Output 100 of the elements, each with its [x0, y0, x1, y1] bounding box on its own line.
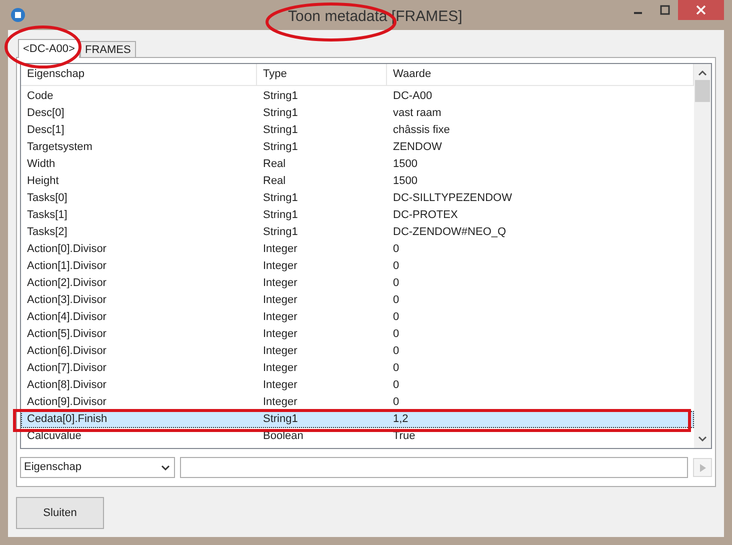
table-cell-text: 0 [392, 310, 400, 325]
table-cell-text: Boolean [262, 429, 304, 444]
table-cell-text: Action[7].Divisor [26, 361, 108, 376]
close-button[interactable] [678, 0, 724, 20]
table-cell-text: Integer [262, 310, 298, 325]
table-cell-text: Code [26, 89, 54, 104]
table-cell-text: Integer [262, 344, 298, 359]
table-cell-text: Integer [262, 361, 298, 376]
table-cell-text: DC-A00 [392, 89, 434, 104]
scrollbar-thumb[interactable] [695, 80, 710, 102]
table-row[interactable]: Targetsystem String1 ZENDOW [21, 139, 694, 156]
scroll-up-icon [698, 70, 707, 76]
table-cell-text: Integer [262, 327, 298, 342]
table-cell-text: Action[9].Divisor [26, 395, 108, 410]
table-cell-text: Action[6].Divisor [26, 344, 108, 359]
close-dialog-button[interactable]: Sluiten [16, 497, 104, 529]
column-header[interactable]: Type [257, 64, 387, 85]
table-cell-text: String1 [262, 140, 299, 155]
table-cell-text: Integer [262, 395, 298, 410]
table-cell-text: DC-SILLTYPEZENDOW [392, 191, 513, 206]
table-row[interactable]: Action[1].Divisor Integer 0 [21, 258, 694, 275]
table-row[interactable]: Action[0].Divisor Integer 0 [21, 241, 694, 258]
table-cell-text: Tasks[2] [26, 225, 68, 240]
table-cell-text: Real [262, 174, 287, 189]
tab[interactable]: FRAMES [80, 41, 136, 57]
table-row[interactable]: Desc[0] String1 vast raam [21, 105, 694, 122]
property-dropdown[interactable]: Eigenschap [20, 457, 175, 478]
table-cell-text: 0 [392, 378, 400, 393]
table-row[interactable]: Action[5].Divisor Integer 0 [21, 326, 694, 343]
table-cell-text: 0 [392, 242, 400, 257]
table-cell-text: Action[8].Divisor [26, 378, 108, 393]
table-cell-text: Height [26, 174, 60, 189]
table-cell-text: Integer [262, 293, 298, 308]
table-cell-text: Real [262, 157, 287, 172]
table-cell-text: Integer [262, 378, 298, 393]
table-cell-text: 0 [392, 293, 400, 308]
table-cell-text: String1 [262, 106, 299, 121]
table-cell-text: Desc[1] [26, 123, 66, 138]
table-row[interactable]: Desc[1] String1 châssis fixe [21, 122, 694, 139]
table-cell-text: Width [26, 157, 56, 172]
table-cell-text: 0 [392, 395, 400, 410]
table-cell-text: vast raam [392, 106, 442, 121]
scroll-down-icon [698, 436, 707, 442]
table-cell-text: 0 [392, 361, 400, 376]
app-icon [10, 7, 26, 23]
table-row[interactable]: Code String1 DC-A00 [21, 88, 694, 105]
table-row[interactable]: Action[2].Divisor Integer 0 [21, 275, 694, 292]
table-cell-text: Integer [262, 242, 298, 257]
table-cell-text: 0 [392, 344, 400, 359]
window-title: Toon metadata [FRAMES] [288, 7, 462, 27]
table-row[interactable]: Action[6].Divisor Integer 0 [21, 343, 694, 360]
table-cell-text: ZENDOW [392, 140, 443, 155]
column-header[interactable]: Eigenschap [21, 64, 257, 85]
table-cell-text: Action[0].Divisor [26, 242, 108, 257]
table-cell-text: 0 [392, 259, 400, 274]
table-cell-text: Integer [262, 259, 298, 274]
table-cell-text: String1 [262, 89, 299, 104]
table-cell-text: String1 [262, 208, 299, 223]
table-row[interactable]: Tasks[1] String1 DC-PROTEX [21, 207, 694, 224]
table-cell-text: DC-PROTEX [392, 208, 459, 223]
table-row[interactable]: Action[3].Divisor Integer 0 [21, 292, 694, 309]
table-cell-text: 0 [392, 327, 400, 342]
table-row[interactable]: Tasks[2] String1 DC-ZENDOW#NEO_Q [21, 224, 694, 241]
table-cell-text: String1 [262, 225, 299, 240]
table-cell-text: Action[5].Divisor [26, 327, 108, 342]
table-row[interactable]: Action[9].Divisor Integer 0 [21, 394, 694, 411]
table-cell-text: Tasks[1] [26, 208, 68, 223]
table-row[interactable]: Cedata[0].Finish String1 1,2 [21, 411, 694, 428]
table-cell-text: 1500 [392, 157, 418, 172]
table-cell-text: Calcuvalue [26, 429, 82, 444]
maximize-icon [660, 5, 670, 15]
close-icon [696, 5, 706, 15]
table-cell-text: Action[1].Divisor [26, 259, 108, 274]
table-row[interactable]: Action[4].Divisor Integer 0 [21, 309, 694, 326]
table-cell-text: String1 [262, 191, 299, 206]
table-cell-text: 1,2 [392, 412, 410, 427]
scrollbar[interactable] [694, 64, 711, 448]
table-row[interactable]: Action[7].Divisor Integer 0 [21, 360, 694, 377]
table-cell-text: Cedata[0].Finish [26, 412, 108, 427]
table-row[interactable]: Height Real 1500 [21, 173, 694, 190]
table-row[interactable]: Action[8].Divisor Integer 0 [21, 377, 694, 394]
table-cell-text: Action[4].Divisor [26, 310, 108, 325]
table-cell-text: Targetsystem [26, 140, 94, 155]
table-row[interactable]: Tasks[0] String1 DC-SILLTYPEZENDOW [21, 190, 694, 207]
table-cell-text: String1 [262, 412, 299, 427]
minimize-icon [634, 12, 642, 14]
table-cell-text: Action[3].Divisor [26, 293, 108, 308]
table-cell-text: Action[2].Divisor [26, 276, 108, 291]
table-cell-text: Integer [262, 276, 298, 291]
chevron-down-icon [161, 464, 170, 470]
apply-button[interactable] [693, 458, 712, 477]
table-cell-text: String1 [262, 123, 299, 138]
table-cell-text: Tasks[0] [26, 191, 68, 206]
value-field[interactable] [180, 457, 688, 478]
tab[interactable]: <DC-A00> [18, 39, 80, 58]
table-row[interactable]: Width Real 1500 [21, 156, 694, 173]
play-icon [700, 464, 706, 472]
table-cell-text: 1500 [392, 174, 418, 189]
table-cell-text: 0 [392, 276, 400, 291]
table-cell-text: châssis fixe [392, 123, 451, 138]
